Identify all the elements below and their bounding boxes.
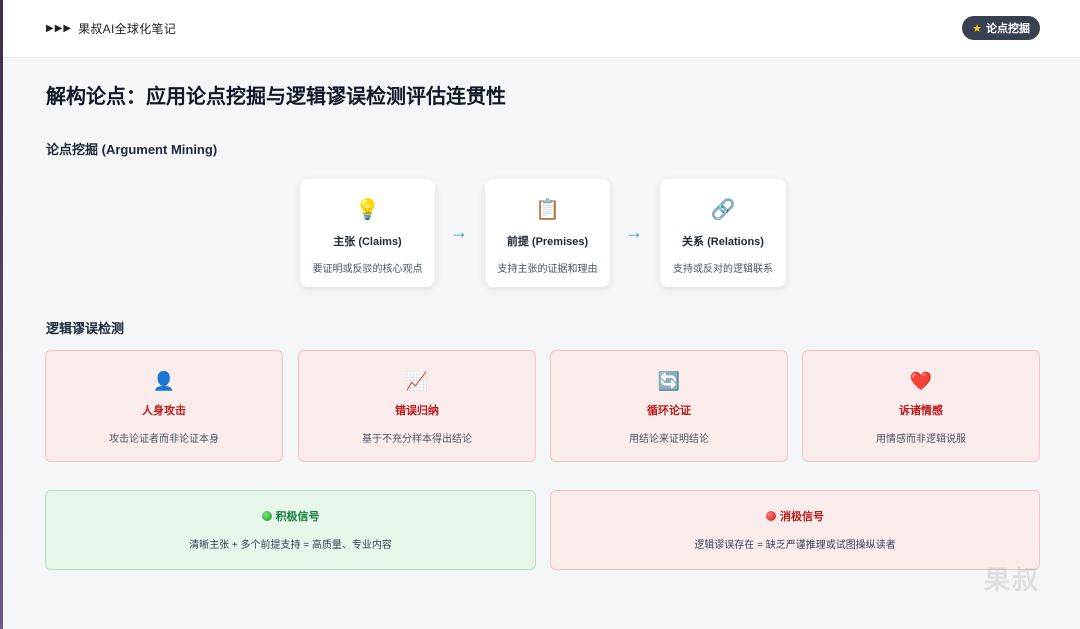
argument-mining-heading: 论点挖掘 (Argument Mining) (46, 142, 218, 157)
claims-card: 💡 主张 (Claims) 要证明或反驳的核心观点 (300, 179, 435, 287)
arrow-right-icon: → (450, 222, 468, 242)
play-arrows-icon: ▶▶▶ (46, 23, 73, 34)
red-circle-icon (766, 511, 776, 521)
premises-title: 前提 (Premises) (506, 236, 589, 248)
positive-signal-title: 积极信号 (46, 508, 535, 524)
link-icon: 🔗 (710, 199, 736, 221)
fallacy-desc: 攻击论证者而非论证本身 (109, 434, 219, 445)
page-title: 解构论点：应用论点挖掘与逻辑谬误检测评估连贯性 (46, 86, 506, 108)
person-icon: 👤 (152, 371, 176, 391)
heart-icon: ❤️ (909, 371, 933, 391)
fallacy-desc: 用结论来证明结论 (629, 434, 709, 445)
negative-signal-label: 消极信号 (780, 511, 824, 523)
cycle-icon: 🔄 (657, 371, 681, 391)
negative-signal-desc: 逻辑谬误存在 = 缺乏严谨推理或试图操纵读者 (694, 540, 896, 551)
arrow-right-icon: → (625, 222, 643, 242)
top-bar: ▶▶▶ 果叔AI全球化笔记 ★ 论点挖掘 (3, 0, 1080, 58)
lightbulb-icon: 💡 (355, 199, 380, 221)
fallacy-title: 错误归纳 (395, 405, 439, 417)
green-circle-icon (261, 511, 272, 521)
premises-desc: 支持主张的证据和理由 (497, 264, 598, 275)
relations-desc: 支持或反对的逻辑联系 (673, 264, 773, 275)
fallacy-card-appeal-to-emotion: ❤️ 诉诸情感 用情感而非逻辑说服 (802, 350, 1040, 462)
claims-desc: 要证明或反驳的核心观点 (312, 264, 423, 275)
fallacy-title: 诉诸情感 (899, 405, 943, 417)
premises-card: 📋 前提 (Premises) 支持主张的证据和理由 (485, 179, 610, 287)
positive-signal-label: 积极信号 (275, 511, 320, 523)
fallacy-detection-heading: 逻辑谬误检测 (46, 321, 125, 336)
relations-title: 关系 (Relations) (682, 236, 764, 248)
window-edge (0, 0, 3, 629)
negative-signal-box: 消极信号 逻辑谬误存在 = 缺乏严谨推理或试图操纵读者 (550, 490, 1040, 570)
topic-badge-label: 论点挖掘 (986, 23, 1030, 35)
fallacy-title: 人身攻击 (142, 405, 186, 417)
fallacy-desc: 基于不充分样本得出结论 (362, 434, 472, 445)
positive-signal-desc: 清晰主张 + 多个前提支持 = 高质量、专业内容 (189, 540, 392, 551)
fallacy-card-ad-hominem: 👤 人身攻击 攻击论证者而非论证本身 (45, 350, 283, 462)
positive-signal-box: 积极信号 清晰主张 + 多个前提支持 = 高质量、专业内容 (45, 490, 536, 570)
fallacy-card-circular-reasoning: 🔄 循环论证 用结论来证明结论 (550, 350, 788, 462)
claims-title: 主张 (Claims) (333, 236, 402, 248)
fallacy-card-hasty-generalization: 📈 错误归纳 基于不充分样本得出结论 (298, 350, 536, 462)
fallacy-title: 循环论证 (647, 405, 691, 417)
watermark: 果叔 (983, 565, 1040, 595)
clipboard-icon: 📋 (535, 199, 560, 221)
star-icon: ★ (972, 22, 982, 35)
brand-label: 果叔AI全球化笔记 (78, 22, 177, 36)
relations-card: 🔗 关系 (Relations) 支持或反对的逻辑联系 (660, 179, 786, 287)
negative-signal-title: 消极信号 (551, 508, 1039, 524)
brand: ▶▶▶ 果叔AI全球化笔记 (46, 20, 176, 37)
fallacy-desc: 用情感而非逻辑说服 (876, 434, 966, 445)
topic-badge[interactable]: ★ 论点挖掘 (962, 16, 1040, 40)
chart-up-icon: 📈 (405, 371, 429, 391)
